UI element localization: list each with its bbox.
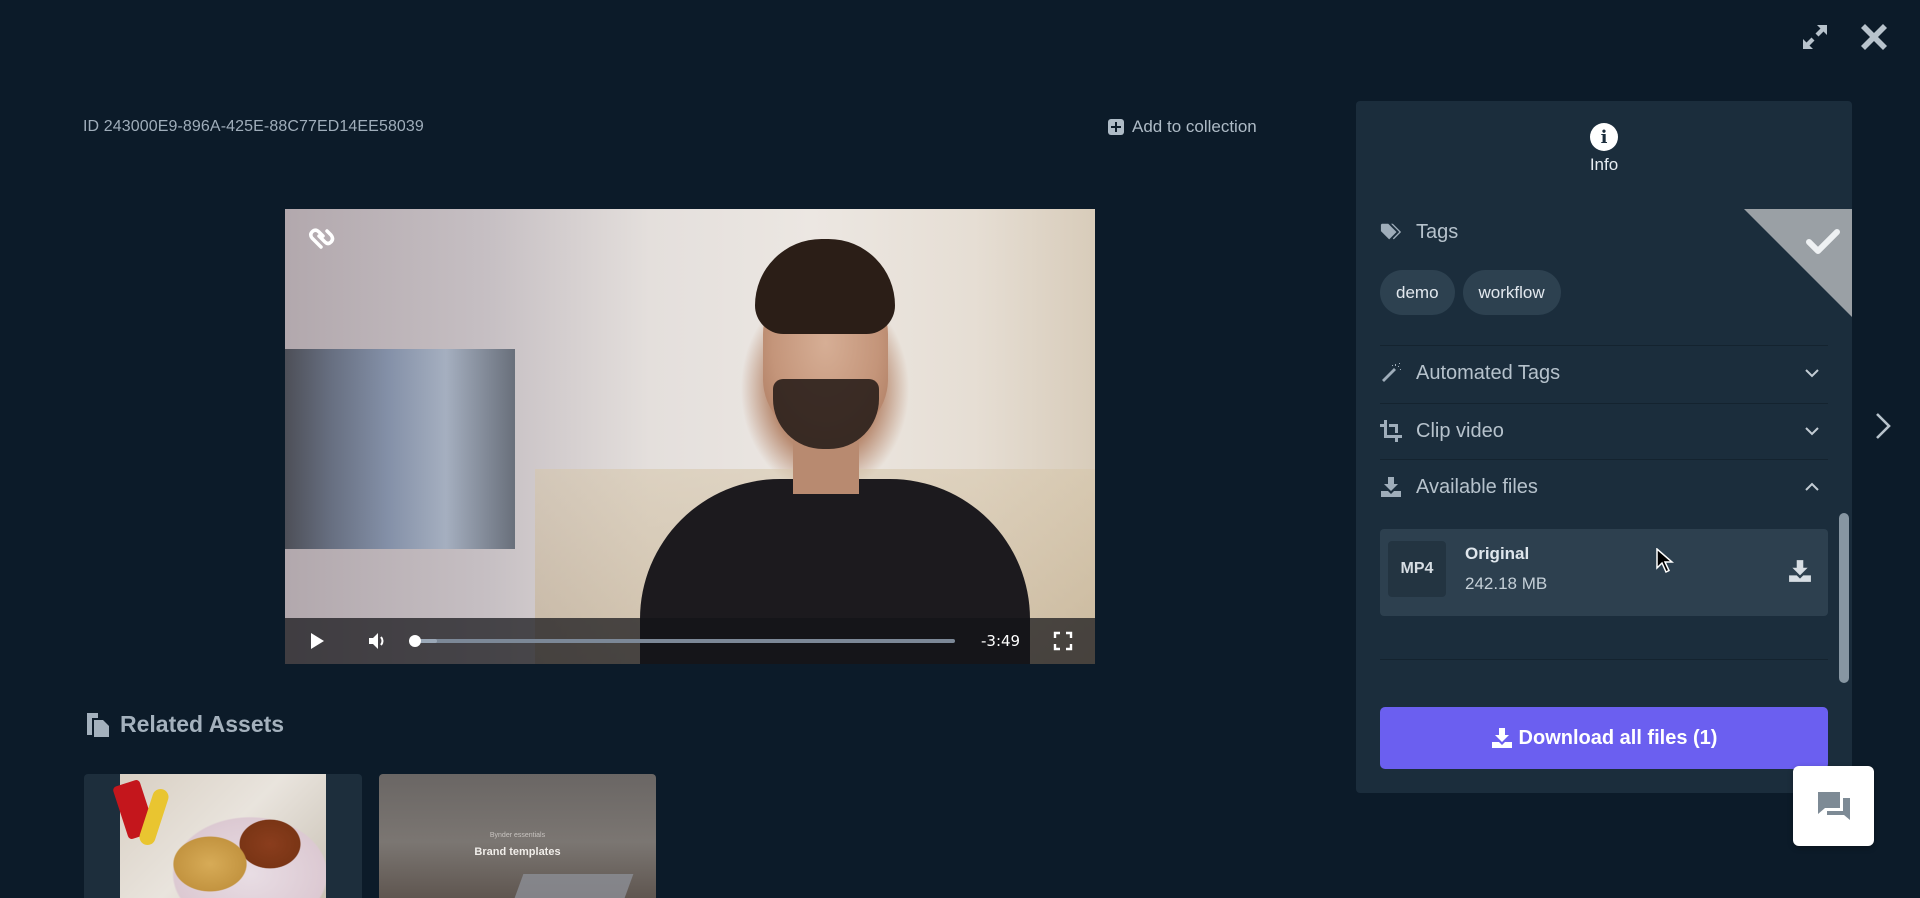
tag-chip[interactable]: demo: [1380, 270, 1455, 315]
play-icon: [311, 633, 324, 649]
crop-icon: [1380, 420, 1402, 442]
add-to-collection-button[interactable]: Add to collection: [1108, 117, 1257, 137]
asset-info-panel: i Info Tags demo workflow Automated Tags…: [1356, 101, 1852, 793]
available-files-title: Available files: [1416, 475, 1538, 498]
close-button[interactable]: [1857, 20, 1891, 54]
available-files-section-header[interactable]: Available files: [1380, 467, 1828, 507]
chat-bubbles-icon: [1817, 792, 1850, 820]
seek-bar[interactable]: [409, 635, 955, 647]
clip-video-title: Clip video: [1416, 419, 1504, 442]
panel-scrollbar[interactable]: [1839, 513, 1849, 683]
automated-tags-title: Automated Tags: [1416, 361, 1561, 384]
download-all-label: Download all files (1): [1518, 726, 1718, 749]
related-assets-heading: Related Assets: [86, 711, 284, 738]
section-divider: [1380, 659, 1828, 660]
chevron-down-icon: [1805, 369, 1819, 378]
plus-square-icon: [1108, 119, 1124, 135]
video-controls: -3:49: [285, 618, 1095, 664]
asset-id: ID 243000E9-896A-425E-88C77ED14EE58039: [83, 118, 424, 135]
fullscreen-button[interactable]: [1053, 631, 1073, 651]
related-asset-card[interactable]: Bynder essentials Brand templates: [379, 774, 656, 898]
expand-icon: [1803, 25, 1827, 49]
tag-list: demo workflow: [1380, 270, 1561, 315]
section-divider: [1380, 345, 1828, 346]
play-button[interactable]: [307, 631, 327, 651]
info-icon: i: [1590, 123, 1618, 151]
download-icon: [1789, 560, 1811, 582]
thumbnail-caption: Brand templates: [474, 846, 561, 858]
tab-info-label: Info: [1589, 155, 1619, 174]
volume-icon: [369, 633, 384, 649]
tags-title: Tags: [1416, 220, 1459, 243]
related-assets-title: Related Assets: [120, 711, 285, 737]
tag-chip[interactable]: workflow: [1462, 270, 1561, 315]
copy-file-icon: [87, 712, 109, 737]
fullscreen-icon: [1053, 631, 1073, 651]
section-divider: [1380, 403, 1828, 404]
file-list-item[interactable]: MP4 Original 242.18 MB: [1380, 529, 1828, 616]
tags-icon: [1380, 221, 1402, 243]
file-format-badge: MP4: [1388, 541, 1446, 597]
tags-section-header: Tags: [1380, 212, 1828, 252]
magic-wand-icon: [1380, 362, 1402, 384]
automated-tags-section-header[interactable]: Automated Tags: [1380, 353, 1828, 393]
video-frame-person-beard: [773, 379, 879, 449]
close-icon: [1861, 24, 1887, 50]
related-asset-card[interactable]: [84, 774, 362, 898]
chevron-down-icon: [1805, 427, 1819, 436]
download-icon: [1491, 728, 1512, 748]
download-all-button[interactable]: Download all files (1): [1380, 707, 1828, 769]
file-name: Original: [1465, 544, 1530, 563]
thumbnail-detail-laptop: [514, 874, 634, 898]
video-player[interactable]: -3:49: [285, 209, 1095, 664]
video-frame-person-hair: [755, 239, 895, 334]
time-remaining: -3:49: [981, 632, 1021, 650]
chevron-right-icon: [1876, 413, 1891, 439]
download-icon: [1380, 476, 1402, 498]
clip-video-section-header[interactable]: Clip video: [1380, 411, 1828, 451]
file-size: 242.18 MB: [1465, 574, 1548, 593]
tab-info[interactable]: i Info: [1356, 123, 1852, 175]
brand-logo-icon[interactable]: [307, 227, 337, 251]
expand-button[interactable]: [1798, 20, 1832, 54]
chevron-up-icon: [1805, 482, 1819, 491]
chat-button[interactable]: [1793, 766, 1874, 846]
seek-handle[interactable]: [409, 635, 421, 647]
volume-button[interactable]: [367, 631, 389, 651]
next-asset-button[interactable]: [1871, 410, 1895, 442]
add-to-collection-label: Add to collection: [1132, 117, 1257, 136]
video-frame-window: [285, 349, 515, 549]
file-download-button[interactable]: [1788, 559, 1812, 583]
section-divider: [1380, 459, 1828, 460]
thumbnail-caption-small: Bynder essentials: [489, 832, 546, 839]
